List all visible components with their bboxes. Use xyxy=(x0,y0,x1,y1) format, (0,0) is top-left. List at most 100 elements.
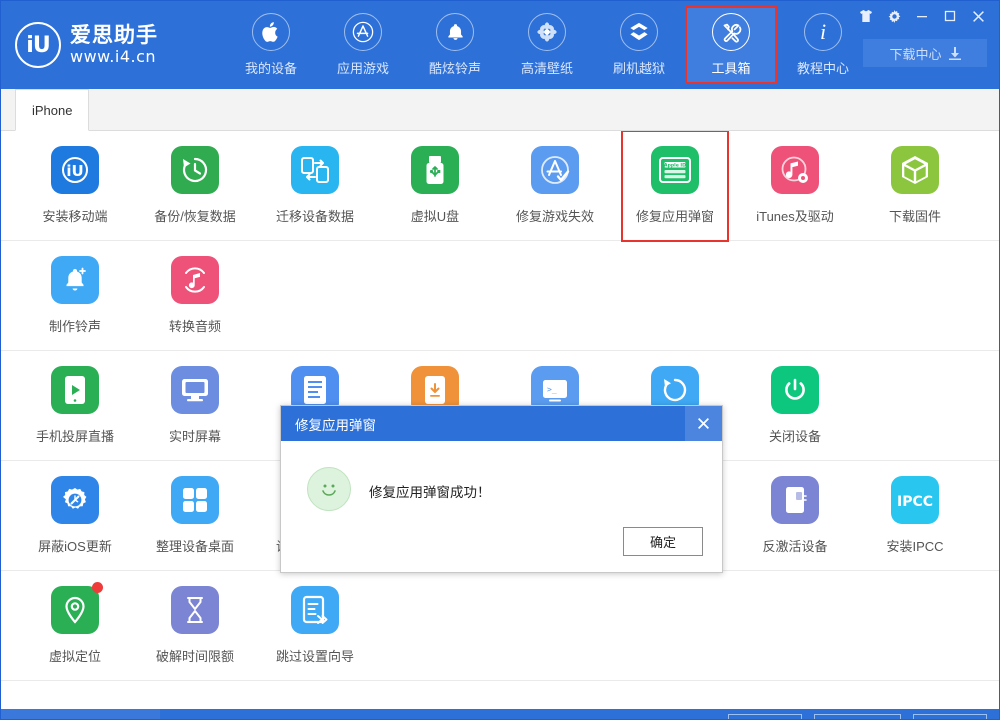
virtual-location-icon xyxy=(51,586,99,634)
tool-crack-screentime[interactable]: 破解时间限额 xyxy=(135,576,255,676)
firmware-icon xyxy=(891,146,939,194)
i4-app-icon: iU xyxy=(51,146,99,194)
bell-icon xyxy=(436,13,474,51)
apple-icon xyxy=(252,13,290,51)
flower-icon xyxy=(528,13,566,51)
block-itunes-toggle[interactable]: 阻止iTunes自动运行 xyxy=(1,709,160,720)
i4-assistant-window: iU 爱思助手 www.i4.cn 我的设备 应用游戏 xyxy=(0,0,1000,720)
nav-item-apps-games[interactable]: 应用游戏 xyxy=(317,6,409,84)
tool-install-mobile-client[interactable]: iU 安装移动端 xyxy=(15,136,135,236)
nav-label: 酷炫铃声 xyxy=(429,58,481,77)
window-controls xyxy=(853,5,991,27)
tool-label: 备份/恢复数据 xyxy=(154,206,236,225)
nav-item-wallpapers[interactable]: 高清壁纸 xyxy=(501,6,593,84)
tool-row: 虚拟定位 破解时间限额 跳过设置向导 xyxy=(1,571,999,681)
fix-app-popup-dialog: 修复应用弹窗 修复应用弹窗成功！ 确定 xyxy=(280,405,723,573)
nav-item-toolbox[interactable]: 工具箱 xyxy=(685,6,777,84)
tool-label: 制作铃声 xyxy=(49,316,101,335)
tool-deactivate-device[interactable]: 反激活设备 xyxy=(735,466,855,566)
dialog-message: 修复应用弹窗成功！ xyxy=(369,481,491,501)
tool-label: 屏蔽iOS更新 xyxy=(38,536,112,555)
main-navigation: 我的设备 应用游戏 酷炫铃声 xyxy=(225,1,869,89)
dialog-titlebar: 修复应用弹窗 xyxy=(281,406,722,441)
tab-iphone[interactable]: iPhone xyxy=(15,89,89,131)
gear-icon[interactable] xyxy=(881,5,907,27)
tool-label: 整理设备桌面 xyxy=(156,536,234,555)
tool-label: 下载固件 xyxy=(889,206,941,225)
tools-icon xyxy=(712,13,750,51)
close-icon[interactable] xyxy=(965,5,991,27)
dialog-body: 修复应用弹窗成功！ xyxy=(281,441,722,511)
toolbox-grid: iU 安装移动端 备份/恢复数据 xyxy=(1,131,999,709)
tool-virtual-usb[interactable]: 虚拟U盘 xyxy=(375,136,495,236)
check-update-button[interactable]: 检查更新 xyxy=(913,714,987,720)
apple-id-icon: Apple ID xyxy=(651,146,699,194)
ipcc-icon: IPCC xyxy=(891,476,939,524)
convert-audio-icon xyxy=(171,256,219,304)
tool-itunes-drivers[interactable]: iTunes及驱动 xyxy=(735,136,855,236)
tab-label: iPhone xyxy=(32,103,72,118)
tool-realtime-screen[interactable]: 实时屏幕 xyxy=(135,356,255,456)
tool-organize-device-desktop[interactable]: 整理设备桌面 xyxy=(135,466,255,566)
tool-row: 制作铃声 转换音频 xyxy=(1,241,999,351)
svg-text:Apple ID: Apple ID xyxy=(664,163,686,169)
brand-text: 爱思助手 www.i4.cn xyxy=(70,24,158,66)
block-itunes-label: 阻止iTunes自动运行 xyxy=(34,716,146,720)
dialog-ok-button[interactable]: 确定 xyxy=(623,527,703,556)
info-icon: i xyxy=(804,13,842,51)
dialog-title: 修复应用弹窗 xyxy=(295,414,376,434)
tool-label: 修复游戏失效 xyxy=(516,206,594,225)
brand-logo-area: iU 爱思助手 www.i4.cn xyxy=(15,22,215,68)
brand-name: 爱思助手 xyxy=(70,24,158,47)
tool-label: 虚拟U盘 xyxy=(411,206,459,225)
tool-install-ipcc[interactable]: IPCC 安装IPCC xyxy=(855,466,975,566)
tool-screen-cast-live[interactable]: 手机投屏直播 xyxy=(15,356,135,456)
skip-setup-icon xyxy=(291,586,339,634)
tool-virtual-location[interactable]: 虚拟定位 xyxy=(15,576,135,676)
skin-icon[interactable] xyxy=(853,5,879,27)
wechat-official-button[interactable]: 微信公众号 xyxy=(814,714,901,720)
tool-label: 迁移设备数据 xyxy=(276,206,354,225)
tool-block-ios-update[interactable]: 屏蔽iOS更新 xyxy=(15,466,135,566)
tool-fix-app-popup[interactable]: Apple ID 修复应用弹窗 xyxy=(615,136,735,236)
nav-label: 高清壁纸 xyxy=(521,58,573,77)
tool-skip-setup-wizard[interactable]: 跳过设置向导 xyxy=(255,576,375,676)
download-center-label: 下载中心 xyxy=(889,44,941,63)
shutdown-icon xyxy=(771,366,819,414)
migrate-data-icon xyxy=(291,146,339,194)
appstore-icon xyxy=(344,13,382,51)
tool-label: 手机投屏直播 xyxy=(36,426,114,445)
nav-label: 工具箱 xyxy=(711,58,750,77)
tool-row: iU 安装移动端 备份/恢复数据 xyxy=(1,131,999,241)
tool-label: 跳过设置向导 xyxy=(276,646,354,665)
maximize-icon[interactable] xyxy=(937,5,963,27)
nav-label: 我的设备 xyxy=(245,58,297,77)
device-tabbar: iPhone xyxy=(1,89,999,131)
backup-restore-icon xyxy=(171,146,219,194)
tool-backup-restore[interactable]: 备份/恢复数据 xyxy=(135,136,255,236)
tool-fix-game-failure[interactable]: 修复游戏失效 xyxy=(495,136,615,236)
tool-label: 转换音频 xyxy=(169,316,221,335)
tool-migrate-device-data[interactable]: 迁移设备数据 xyxy=(255,136,375,236)
tool-shutdown-device[interactable]: 关闭设备 xyxy=(735,356,855,456)
nav-item-ringtones[interactable]: 酷炫铃声 xyxy=(409,6,501,84)
crack-screentime-icon xyxy=(171,586,219,634)
box-open-icon xyxy=(620,13,658,51)
tool-convert-audio[interactable]: 转换音频 xyxy=(135,246,255,346)
minimize-icon[interactable] xyxy=(909,5,935,27)
download-center-button[interactable]: 下载中心 xyxy=(863,39,987,67)
tool-label: 破解时间限额 xyxy=(156,646,234,665)
feedback-button[interactable]: 意见反馈 xyxy=(728,714,802,720)
dialog-button-row: 确定 xyxy=(623,527,703,556)
itunes-driver-icon xyxy=(771,146,819,194)
status-bar: 阻止iTunes自动运行 V7.96 意见反馈 微信公众号 检查更新 xyxy=(1,709,999,720)
new-badge-dot xyxy=(92,582,103,593)
tool-label: 虚拟定位 xyxy=(49,646,101,665)
dialog-close-icon[interactable] xyxy=(685,406,722,441)
tool-label: 关闭设备 xyxy=(769,426,821,445)
nav-item-my-device[interactable]: 我的设备 xyxy=(225,6,317,84)
nav-item-flash-jailbreak[interactable]: 刷机越狱 xyxy=(593,6,685,84)
tool-download-firmware[interactable]: 下载固件 xyxy=(855,136,975,236)
tool-make-ringtone[interactable]: 制作铃声 xyxy=(15,246,135,346)
nav-label: 应用游戏 xyxy=(337,58,389,77)
